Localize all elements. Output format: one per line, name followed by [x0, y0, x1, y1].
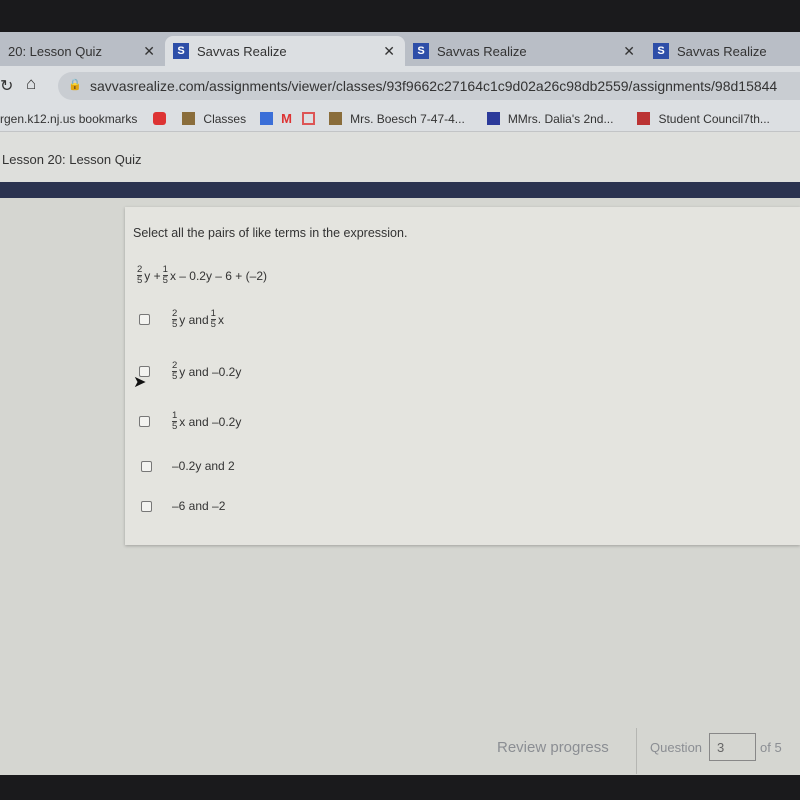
- classroom-icon: [182, 112, 196, 125]
- savvas-favicon-icon: S: [653, 43, 669, 59]
- fraction: 15: [162, 265, 168, 286]
- home-icon[interactable]: ⌂: [26, 74, 36, 94]
- question-card: Select all the pairs of like terms in th…: [125, 207, 800, 545]
- question-label: Question: [650, 740, 703, 755]
- tab-savvas-3[interactable]: S Savvas Realize: [645, 36, 800, 66]
- expression-text: x – 0.2y – 6 + (–2): [169, 268, 267, 283]
- fraction-part: 5: [210, 319, 216, 330]
- close-icon[interactable]: ✕: [143, 43, 155, 60]
- tab-label: Savvas Realize: [437, 43, 527, 59]
- option-3[interactable]: 15 x and –0.2y: [139, 411, 241, 432]
- question-total: of 5: [760, 740, 782, 755]
- footer: Review progress Question 3 of 5: [480, 728, 800, 774]
- gmail-icon[interactable]: M: [281, 112, 294, 125]
- bookmark-folder[interactable]: rgen.k12.nj.us bookmarks: [0, 112, 137, 126]
- fraction-part: 5: [172, 371, 178, 382]
- address-bar-row: ↻ ⌂ 🔒 savvasrealize.com/assignments/viewe…: [0, 66, 800, 106]
- fraction-part: 15: [210, 309, 216, 330]
- checkbox[interactable]: [139, 314, 150, 325]
- reload-icon[interactable]: ↻: [0, 76, 13, 96]
- checkbox[interactable]: [139, 416, 150, 427]
- page-header: Lesson 20: Lesson Quiz: [0, 132, 800, 182]
- fraction-part: 5: [172, 319, 178, 330]
- docs-icon[interactable]: [260, 112, 274, 125]
- bookmark-dalia[interactable]: MMrs. Dalia's 2nd...: [486, 111, 614, 126]
- bookmark-label: MMrs. Dalia's 2nd...: [507, 111, 614, 126]
- bookmark-label: rgen.k12.nj.us bookmarks: [0, 111, 138, 126]
- bookmark-boesch[interactable]: Mrs. Boesch 7-47-4...: [329, 112, 465, 126]
- option-5[interactable]: –6 and –2: [141, 499, 225, 513]
- option-2[interactable]: 25 y and –0.2y: [139, 361, 241, 382]
- classroom-icon: [637, 112, 651, 125]
- tab-savvas-1[interactable]: S Savvas Realize ✕: [165, 36, 405, 66]
- mouse-cursor-icon: ➤: [133, 374, 147, 391]
- tab-savvas-2[interactable]: S Savvas Realize ✕: [405, 36, 645, 66]
- slides-icon[interactable]: [302, 112, 316, 125]
- option-4[interactable]: –0.2y and 2: [141, 459, 235, 473]
- savvas-favicon-icon: S: [413, 43, 429, 59]
- divider: [636, 728, 637, 774]
- fraction-part: 5: [172, 421, 178, 432]
- tab-lesson-quiz[interactable]: 20: Lesson Quiz ✕: [0, 36, 165, 66]
- savvas-favicon-icon: S: [173, 43, 189, 59]
- fraction: 25: [137, 265, 143, 286]
- lock-icon: 🔒: [68, 79, 82, 91]
- tab-label: Savvas Realize: [677, 43, 767, 59]
- option-text: x: [217, 312, 224, 327]
- expression-text: y +: [144, 268, 161, 283]
- checkbox[interactable]: [141, 500, 152, 512]
- close-icon[interactable]: ✕: [623, 43, 635, 60]
- bookmark-classes[interactable]: Classes: [174, 112, 246, 126]
- fraction-part: 25: [172, 309, 178, 330]
- page-title: Lesson 20: Lesson Quiz: [2, 152, 142, 167]
- bookmark-label: Student Council7th...: [658, 111, 770, 126]
- close-icon[interactable]: ✕: [383, 43, 395, 60]
- option-1[interactable]: 25 y and 15 x: [139, 309, 224, 330]
- nav-strip: [0, 182, 800, 198]
- option-text: –0.2y and 2: [172, 459, 235, 473]
- classroom-icon: [329, 112, 343, 125]
- tab-label: 20: Lesson Quiz: [8, 43, 102, 59]
- option-text: x and –0.2y: [179, 414, 242, 429]
- expression: 25 y + 15 x – 0.2y – 6 + (–2): [135, 265, 267, 286]
- bookmark-label: Classes: [203, 111, 247, 126]
- url-text: savvasrealize.com/assignments/viewer/cla…: [90, 78, 778, 94]
- fraction-part: 25: [172, 361, 178, 382]
- checkbox[interactable]: [141, 460, 152, 472]
- question-prompt: Select all the pairs of like terms in th…: [133, 226, 408, 240]
- bookmark-student-council[interactable]: Student Council7th...: [637, 111, 770, 126]
- fraction-part: 15: [172, 411, 178, 432]
- option-text: y and: [179, 312, 209, 327]
- fraction-part: 5: [137, 275, 143, 286]
- option-text: –6 and –2: [172, 499, 226, 513]
- url-input[interactable]: 🔒 savvasrealize.com/assignments/viewer/cl…: [58, 72, 800, 100]
- bookmark-label: Mrs. Boesch 7-47-4...: [350, 111, 465, 126]
- question-number-input[interactable]: 3: [709, 733, 756, 761]
- classroom-icon: [486, 112, 500, 125]
- option-text: y and –0.2y: [179, 364, 242, 379]
- bookmarks-bar: rgen.k12.nj.us bookmarks Classes M Mrs. …: [0, 106, 800, 132]
- youtube-icon[interactable]: [153, 112, 167, 125]
- tab-bar: 20: Lesson Quiz ✕ S Savvas Realize ✕ S Savva…: [0, 32, 800, 66]
- tab-label: Savvas Realize: [197, 43, 287, 59]
- review-progress-button[interactable]: Review progress: [497, 739, 609, 756]
- fraction-part: 5: [162, 275, 168, 286]
